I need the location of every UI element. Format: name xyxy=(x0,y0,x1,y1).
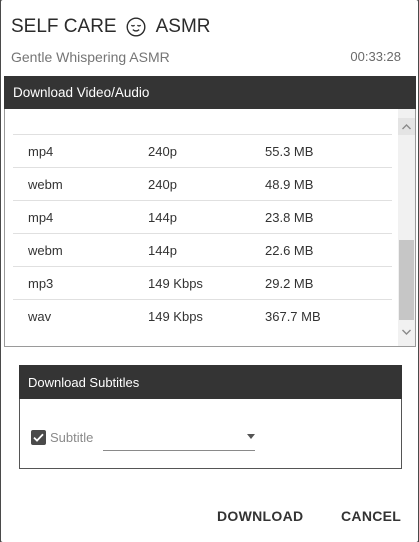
download-panel-heading: Download Video/Audio xyxy=(4,76,416,109)
table-row[interactable]: webm 240p 48.9 MB xyxy=(13,167,392,200)
subtitles-panel: Subtitle xyxy=(19,399,402,469)
title-right: ASMR xyxy=(155,16,211,37)
format-cell: wav xyxy=(28,308,52,324)
cancel-button[interactable]: CANCEL xyxy=(341,508,401,524)
vertical-scrollbar[interactable] xyxy=(398,109,415,346)
table-row[interactable]: mp3 149 Kbps 29.2 MB xyxy=(13,266,392,299)
checkmark-icon xyxy=(33,433,44,442)
video-duration: 00:33:28 xyxy=(350,49,401,64)
subtitles-panel-heading: Download Subtitles xyxy=(19,365,402,399)
scroll-up-arrow-icon[interactable] xyxy=(398,118,415,135)
quality-cell: 149 Kbps xyxy=(148,308,203,324)
format-list[interactable]: mp4 240p 55.3 MB webm 240p 48.9 MB mp4 1… xyxy=(4,109,416,347)
download-button[interactable]: DOWNLOAD xyxy=(217,508,303,524)
channel-name: Gentle Whispering ASMR xyxy=(11,49,170,65)
quality-cell: 144p xyxy=(148,242,177,258)
quality-cell: 240p xyxy=(148,143,177,159)
size-cell: 48.9 MB xyxy=(265,176,314,192)
format-cell: webm xyxy=(28,242,63,258)
size-cell: 22.6 MB xyxy=(265,242,314,258)
table-row[interactable]: mp4 144p 23.8 MB xyxy=(13,200,392,233)
quality-cell: 144p xyxy=(148,209,177,225)
format-cell: webm xyxy=(28,176,63,192)
title-left: SELF CARE xyxy=(11,16,117,37)
size-cell: 29.2 MB xyxy=(265,275,314,291)
table-row[interactable]: mp4 240p 55.3 MB xyxy=(13,134,392,167)
table-row[interactable]: wav 149 Kbps 367.7 MB xyxy=(13,299,392,332)
subtitle-language-select[interactable] xyxy=(103,427,255,451)
size-cell: 55.3 MB xyxy=(265,143,314,159)
quality-cell: 149 Kbps xyxy=(148,275,203,291)
size-cell: 367.7 MB xyxy=(265,308,321,324)
quality-cell: 240p xyxy=(148,176,177,192)
video-info: Gentle Whispering ASMR 00:33:28 xyxy=(11,49,401,65)
size-cell: 23.8 MB xyxy=(265,209,314,225)
format-rows: mp4 240p 55.3 MB webm 240p 48.9 MB mp4 1… xyxy=(13,134,392,332)
dialog-title: SELF CARE ASMR xyxy=(11,16,211,38)
subtitle-checkbox[interactable] xyxy=(31,430,46,445)
scroll-down-arrow-icon[interactable] xyxy=(398,323,415,340)
scrollbar-thumb[interactable] xyxy=(399,240,414,320)
format-cell: mp3 xyxy=(28,275,54,291)
format-cell: mp4 xyxy=(28,143,54,159)
download-dialog: SELF CARE ASMR Gentle Whispering ASMR 00… xyxy=(1,0,418,542)
table-row[interactable]: webm 144p 22.6 MB xyxy=(13,233,392,266)
format-cell: mp4 xyxy=(28,209,54,225)
relieved-face-icon xyxy=(126,17,146,37)
dropdown-arrow-icon xyxy=(247,434,255,439)
subtitle-label: Subtitle xyxy=(50,430,94,445)
